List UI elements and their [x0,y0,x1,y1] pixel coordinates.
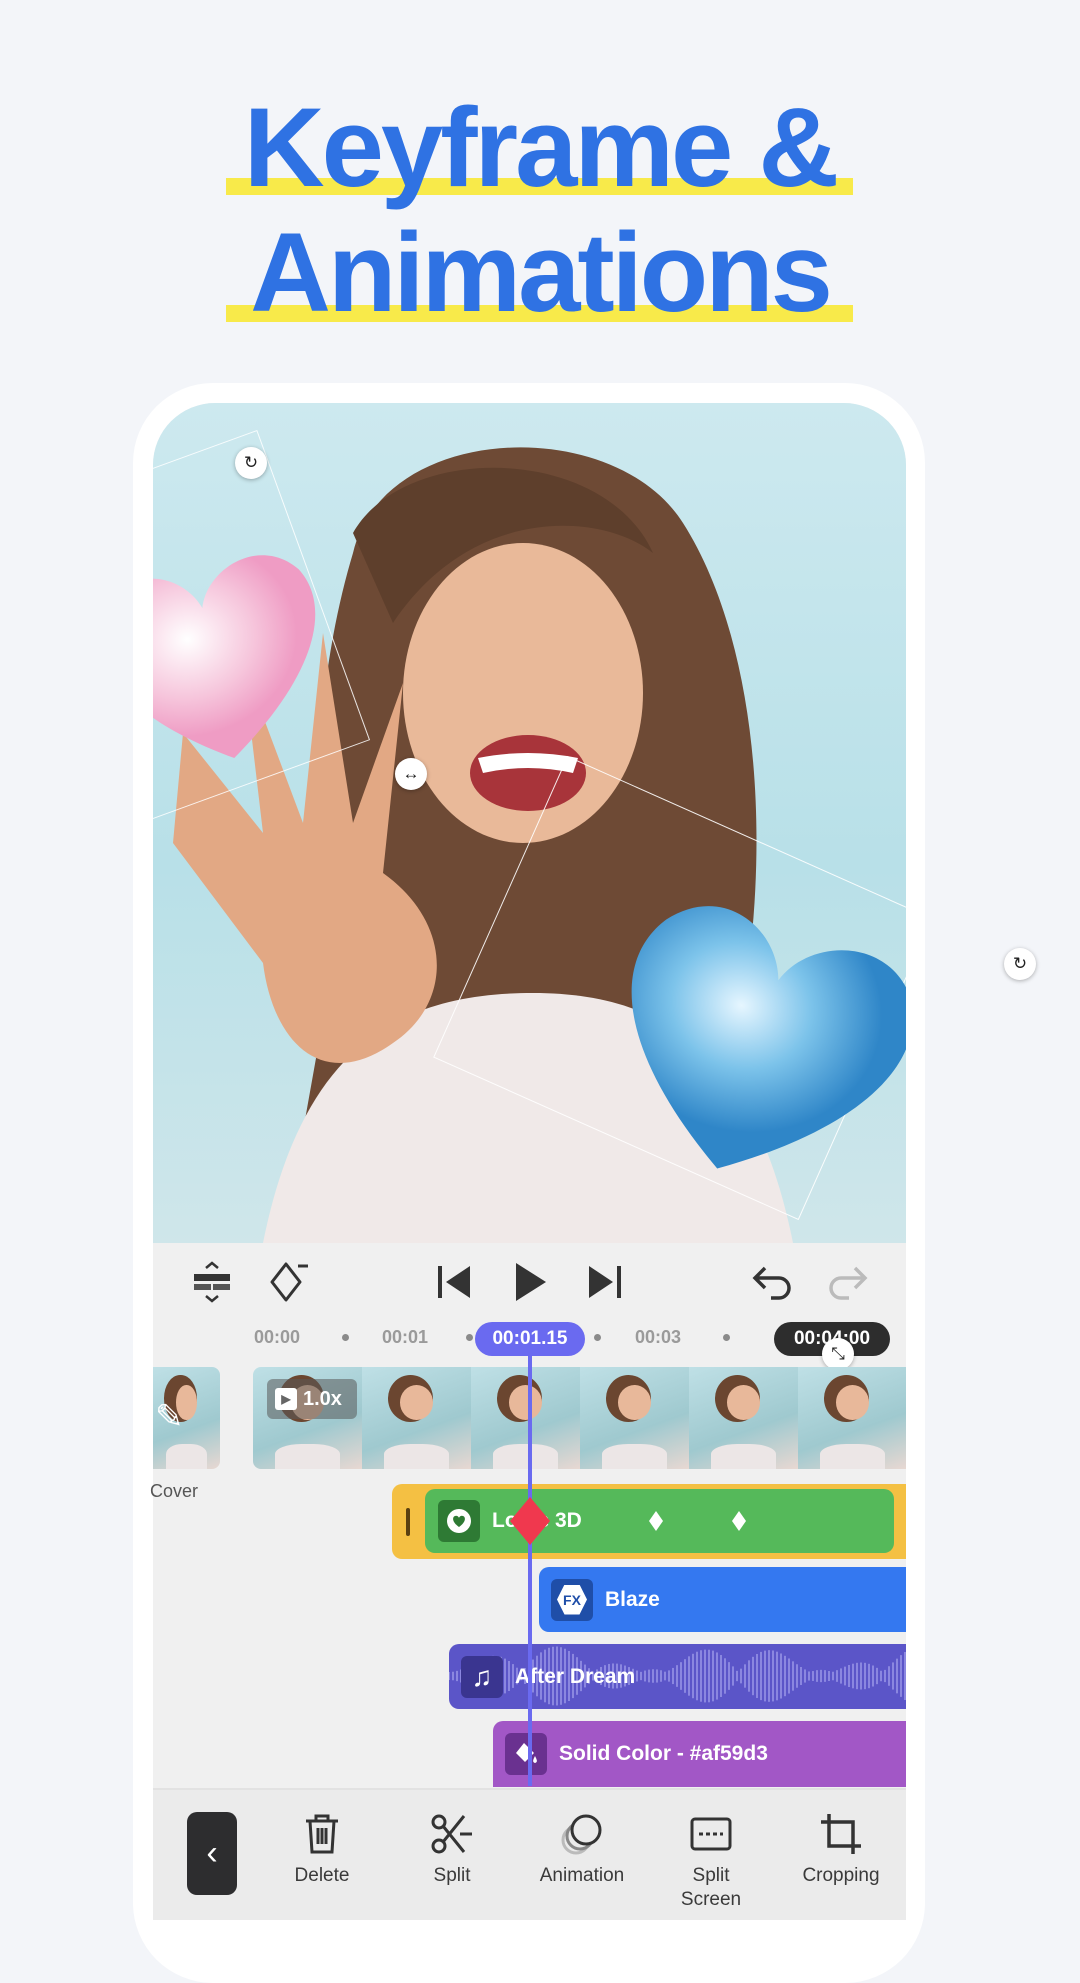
blue-heart-sticker[interactable] [593,893,906,1193]
ruler-dot [342,1334,349,1341]
tool-label: Cropping [802,1865,880,1886]
headline-line2: Animations [250,210,833,335]
tool-label: Split Screen [680,1865,742,1910]
animation-icon [561,1814,602,1855]
tool-delete[interactable]: Delete [262,1812,382,1888]
split-screen-icon [690,1817,732,1851]
paint-bucket-icon [505,1733,547,1775]
ruler-dot [594,1334,601,1341]
ruler-dot [466,1334,473,1341]
trim-handle[interactable] [406,1508,410,1536]
ruler-label: 00:01 [382,1327,429,1347]
cover-thumbnail[interactable]: ✎ [153,1367,220,1469]
tool-split[interactable]: Split [392,1812,512,1888]
rotate-handle-icon[interactable]: ↻ [235,447,267,479]
tool-split-screen[interactable]: Split Screen [651,1812,771,1912]
redo-icon[interactable] [823,1258,871,1306]
tool-label: Delete [294,1865,350,1886]
ruler-label: 00:03 [635,1327,682,1347]
keyframe-diamond-icon[interactable] [649,1511,663,1531]
video-clip-strip[interactable]: ▶ 1.0x [253,1367,906,1469]
ruler-label: 00:00 [254,1327,301,1347]
play-small-icon: ▶ [275,1388,297,1410]
track-audio[interactable]: ♫ After Dream [449,1644,906,1709]
tool-cropping[interactable]: Cropping [781,1812,901,1888]
track-height-icon[interactable] [188,1258,236,1306]
back-icon: ‹ [206,1834,218,1872]
tool-animation[interactable]: Animation [522,1812,642,1888]
edit-pencil-icon: ✎ [155,1398,184,1436]
ruler-dot [723,1334,730,1341]
current-time-pill: 00:01.15 [475,1322,585,1356]
pink-heart-sticker[interactable] [153,543,343,773]
track-label: Solid Color - #af59d3 [559,1742,768,1765]
back-button[interactable]: ‹ [187,1812,237,1895]
speed-value: 1.0x [303,1387,342,1410]
keyframe-icon[interactable] [266,1258,314,1306]
speed-badge[interactable]: ▶ 1.0x [267,1379,357,1419]
tool-label: Animation [539,1865,625,1886]
keyframe-diamond-icon[interactable] [732,1511,746,1531]
track-label: After Dream [515,1664,636,1688]
trash-icon [306,1814,338,1854]
crop-icon [821,1814,861,1854]
track-lottie[interactable]: Lottie 3D [425,1489,894,1553]
play-icon[interactable] [506,1258,554,1306]
music-note-icon: ♫ [461,1655,503,1698]
rotate-handle-icon[interactable]: ↻ [1004,948,1036,980]
cover-label: Cover [150,1481,199,1501]
fx-icon: FX [551,1578,593,1621]
scale-handle-icon[interactable]: ⤡ [822,1338,854,1370]
playhead[interactable] [528,1356,532,1786]
track-effect[interactable]: FX Blaze [539,1567,906,1632]
scissors-icon [431,1814,472,1854]
video-preview[interactable]: ↻ ↔ [153,403,906,1243]
tool-label: Split [433,1865,471,1886]
skip-back-icon[interactable] [430,1258,478,1306]
track-label: Blaze [605,1587,660,1611]
scale-handle-icon[interactable]: ↔ [395,758,427,790]
undo-icon[interactable] [749,1258,797,1306]
skip-forward-icon[interactable] [581,1258,629,1306]
headline-line1: Keyframe & [243,85,840,210]
sticker-heart-icon [438,1500,480,1542]
track-color[interactable]: Solid Color - #af59d3 [493,1721,906,1787]
